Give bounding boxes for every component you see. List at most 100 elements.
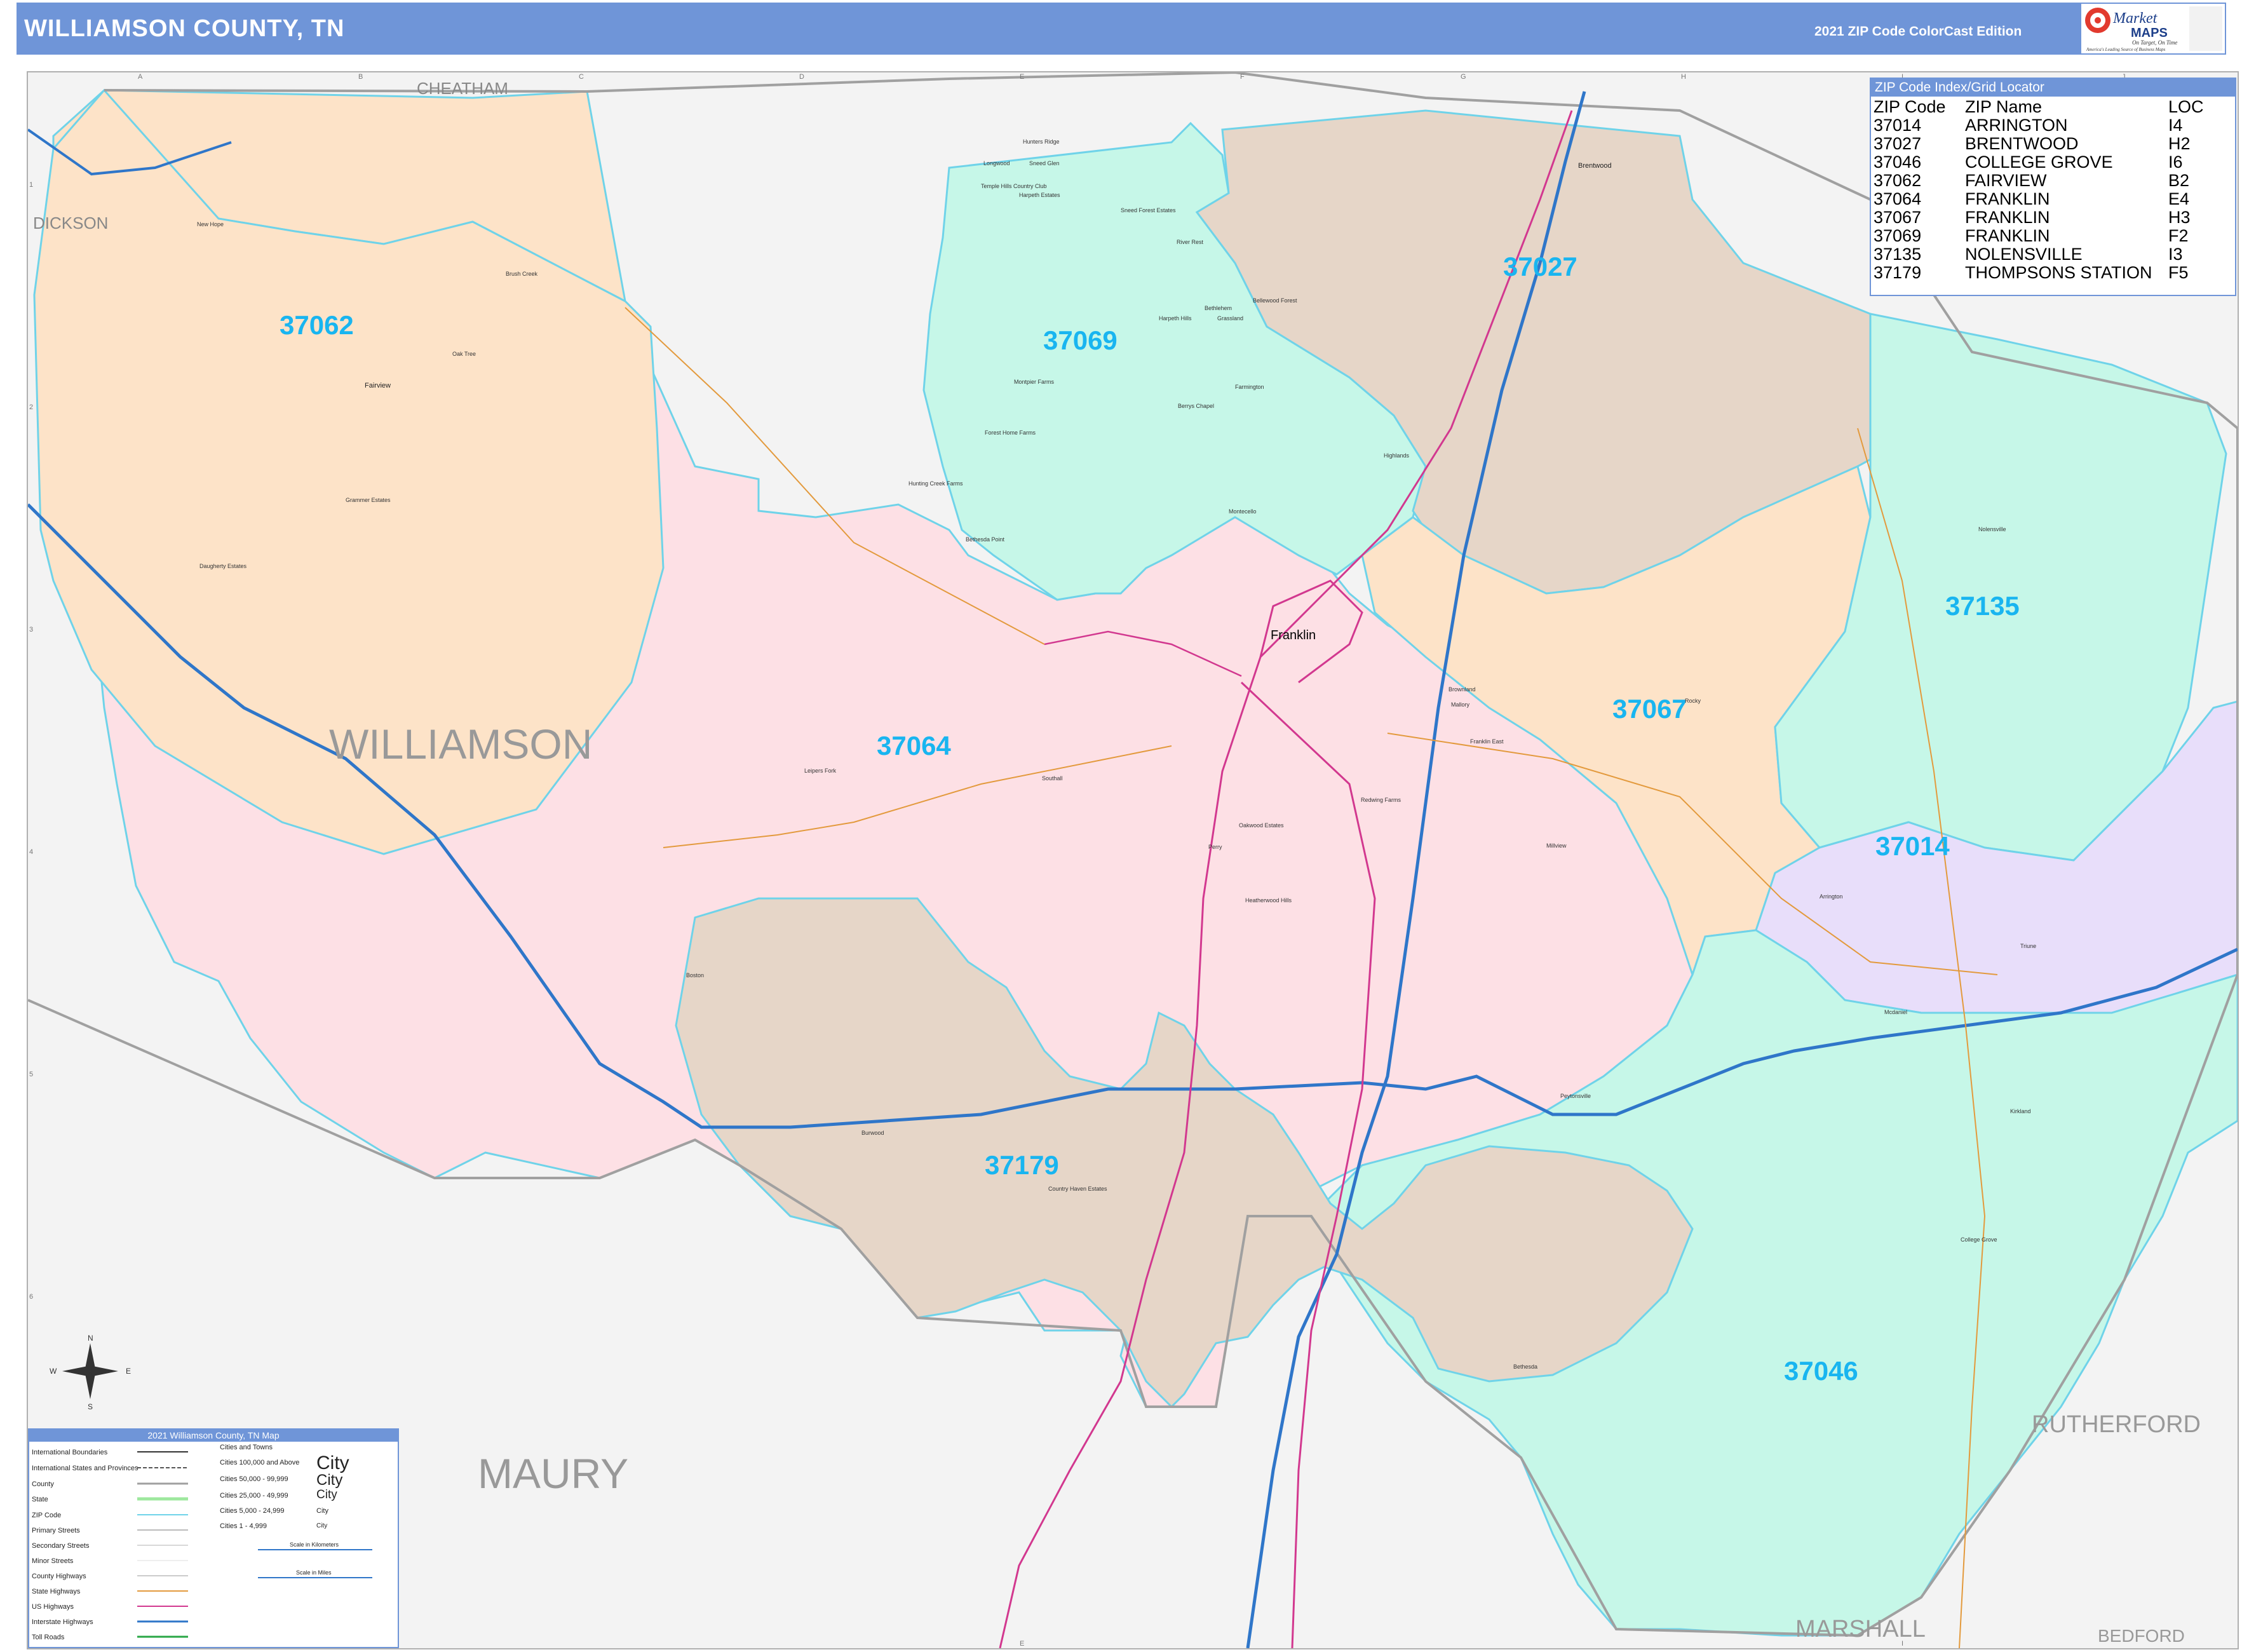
- zip-name-cell: FRANKLIN: [1965, 208, 2050, 227]
- grid-col-g: G: [1461, 73, 1466, 81]
- place-brentwood[interactable]: Brentwood: [1578, 162, 1612, 170]
- table-row[interactable]: 37027 BRENTWOOD H2: [1874, 135, 2228, 153]
- zip-loc-cell: H2: [2168, 134, 2191, 153]
- table-row[interactable]: 37046 COLLEGE GROVE I6: [1874, 153, 2228, 172]
- place-rocky: Rocky: [1685, 698, 1701, 704]
- place-montpier: Montpier Farms: [1014, 379, 1055, 385]
- place-peytonsville: Peytonsville: [1560, 1093, 1591, 1099]
- table-row[interactable]: 37062 FAIRVIEW B2: [1874, 172, 2228, 190]
- header-bar: WILLIAMSON COUNTY, TN 2021 ZIP Code Colo…: [17, 3, 2226, 55]
- zip-loc-cell: I6: [2168, 152, 2183, 172]
- place-forest-home: Forest Home Farms: [985, 430, 1036, 436]
- zip-label-37062[interactable]: 37062: [280, 310, 354, 340]
- zip-label-37014[interactable]: 37014: [1875, 831, 1950, 861]
- place-harpeth-estates: Harpeth Estates: [1019, 192, 1060, 198]
- place-mcdaniel: Mcdaniel: [1884, 1009, 1907, 1015]
- zip-loc-cell: F2: [2168, 226, 2189, 245]
- place-arrington: Arrington: [1820, 893, 1843, 900]
- legend-item: Toll Roads: [32, 1634, 65, 1641]
- place-franklin[interactable]: Franklin: [1271, 628, 1316, 642]
- grid-row-6: 6: [29, 1293, 33, 1301]
- grid-col-f: F: [1240, 73, 1245, 81]
- table-row[interactable]: 37064 FRANKLIN E4: [1874, 190, 2228, 208]
- legend-title: 2021 Williamson County, TN Map: [29, 1430, 398, 1442]
- zip-index-title: ZIP Code Index/Grid Locator: [1871, 79, 2235, 97]
- place-southall: Southall: [1042, 775, 1063, 782]
- zip-loc-cell: F5: [2168, 263, 2189, 282]
- place-temple-hills: Temple Hills Country Club: [981, 183, 1047, 189]
- legend-city-class: Cities 1 - 4,999: [220, 1522, 267, 1530]
- county-map[interactable]: A B C D E F G H I J A E I 1 2 3 4 5 6 7 …: [28, 72, 2238, 1648]
- zip-name-cell: COLLEGE GROVE: [1965, 152, 2113, 172]
- legend-item: Interstate Highways: [32, 1618, 93, 1626]
- zip-code-cell: 37046: [1874, 152, 1922, 172]
- table-row[interactable]: 37069 FRANKLIN F2: [1874, 227, 2228, 245]
- legend-city-class: Cities 50,000 - 99,999: [220, 1475, 288, 1483]
- market-maps-logo: Market MAPS On Target, On Time America's…: [2081, 4, 2225, 53]
- zip-label-37046[interactable]: 37046: [1784, 1356, 1858, 1386]
- zip-code-cell: 37062: [1874, 171, 1922, 190]
- place-leipers-fork: Leipers Fork: [804, 768, 837, 774]
- place-college-grove: College Grove: [1961, 1236, 1997, 1243]
- legend-item: State: [32, 1496, 48, 1503]
- zip-label-37179[interactable]: 37179: [985, 1150, 1059, 1180]
- place-sneed-forest: Sneed Forest Estates: [1121, 207, 1176, 213]
- place-redwing: Redwing Farms: [1361, 797, 1401, 803]
- place-nolensville: Nolensville: [1978, 526, 2006, 532]
- place-longwood: Longwood: [983, 160, 1010, 166]
- place-heatherwood: Heatherwood Hills: [1245, 897, 1292, 904]
- table-row[interactable]: 37179 THOMPSONS STATION F5: [1874, 264, 2228, 282]
- place-oakwood: Oakwood Estates: [1239, 822, 1284, 829]
- legend-item: Secondary Streets: [32, 1542, 90, 1550]
- zip-name-cell: THOMPSONS STATION: [1965, 263, 2152, 282]
- zip-index-header-row: ZIP Code ZIP Name LOC: [1874, 98, 2228, 116]
- zip-label-37027[interactable]: 37027: [1503, 252, 1577, 281]
- legend-item: Minor Streets: [32, 1557, 74, 1565]
- zip-label-37135[interactable]: 37135: [1945, 591, 2020, 621]
- legend-city-class: Cities 5,000 - 24,999: [220, 1507, 285, 1515]
- legend-item: International States and Provinces: [32, 1465, 138, 1472]
- place-new-hope: New Hope: [197, 221, 224, 227]
- map-legend: 2021 Williamson County, TN Map Internati…: [28, 1428, 399, 1648]
- place-grammer: Grammer Estates: [346, 497, 391, 503]
- zip-label-37069[interactable]: 37069: [1043, 325, 1118, 355]
- zip-index-header-code: ZIP Code: [1874, 97, 1946, 116]
- table-row[interactable]: 37014 ARRINGTON I4: [1874, 116, 2228, 135]
- logo-subtag: America's Leading Source of Business Map…: [2086, 47, 2166, 52]
- place-river-rest: River Rest: [1177, 239, 1204, 245]
- zip-code-cell: 37064: [1874, 189, 1922, 208]
- place-brownland: Brownland: [1449, 686, 1476, 693]
- logo-graphic: Market MAPS On Target, On Time America's…: [2085, 6, 2222, 52]
- grid-col-c: C: [579, 73, 584, 81]
- grid-col-b: B: [358, 73, 363, 81]
- place-burwood: Burwood: [861, 1130, 884, 1136]
- county-label-williamson: WILLIAMSON: [329, 721, 592, 768]
- place-grassland: Grassland: [1217, 315, 1243, 322]
- grid-col-d: D: [799, 73, 804, 81]
- zip-loc-cell: I3: [2168, 245, 2183, 264]
- place-bethesda: Bethesda: [1513, 1364, 1537, 1370]
- legend-item: State Highways: [32, 1588, 81, 1595]
- place-bethesda-point: Bethesda Point: [966, 536, 1005, 543]
- zip-label-37064[interactable]: 37064: [877, 731, 951, 761]
- zip-index-table: ZIP Code ZIP Name LOC 37014 ARRINGTON I4 3…: [1874, 98, 2228, 282]
- place-fairview[interactable]: Fairview: [365, 382, 391, 389]
- zip-label-37067[interactable]: 37067: [1612, 694, 1687, 724]
- legend-city-class: Cities 25,000 - 49,999: [220, 1492, 288, 1500]
- place-perry: Perry: [1208, 844, 1222, 850]
- legend-city-sample: City: [316, 1452, 349, 1473]
- zip-code-cell: 37027: [1874, 134, 1922, 153]
- grid-col-a: A: [138, 73, 143, 81]
- table-row[interactable]: 37135 NOLENSVILLE I3: [1874, 245, 2228, 264]
- legend-item: County Highways: [32, 1573, 86, 1580]
- table-row[interactable]: 37067 FRANKLIN H3: [1874, 208, 2228, 227]
- legend-city-sample: City: [316, 1522, 328, 1529]
- legend-city-sample: City: [316, 1507, 328, 1515]
- place-highlands: Highlands: [1384, 452, 1410, 459]
- legend-item: County: [32, 1480, 54, 1488]
- place-mallory: Mallory: [1451, 701, 1470, 708]
- place-kirkland: Kirkland: [2010, 1108, 2031, 1114]
- legend-cities-header: Cities and Towns: [220, 1444, 273, 1451]
- place-boston: Boston: [686, 972, 704, 978]
- zip-loc-cell: I4: [2168, 116, 2183, 135]
